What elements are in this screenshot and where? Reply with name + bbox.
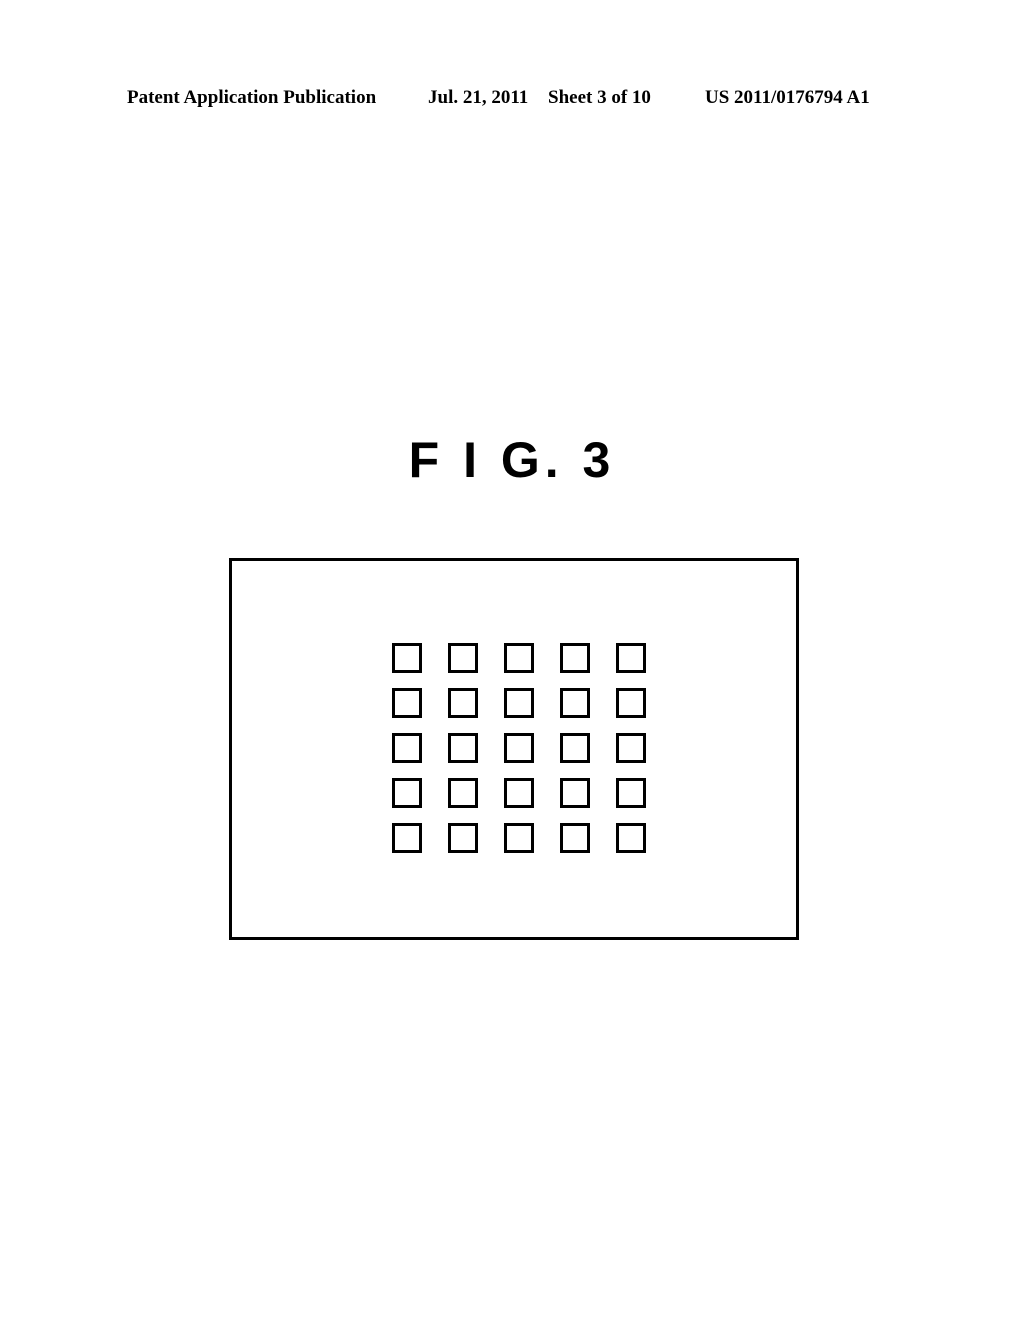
af-point-r5-c3 xyxy=(504,823,534,853)
af-point-r4-c3 xyxy=(504,778,534,808)
af-point-r4-c4 xyxy=(560,778,590,808)
figure-title: F I G. 3 xyxy=(408,432,616,488)
af-point-r1-c2 xyxy=(448,643,478,673)
af-point-r4-c5 xyxy=(616,778,646,808)
af-point-r1-c3 xyxy=(504,643,534,673)
header-patent-number: US 2011/0176794 A1 xyxy=(705,87,870,108)
af-point-grid xyxy=(392,643,646,853)
af-point-r3-c1 xyxy=(392,733,422,763)
af-point-r5-c5 xyxy=(616,823,646,853)
af-point-r2-c1 xyxy=(392,688,422,718)
af-point-r5-c4 xyxy=(560,823,590,853)
figure-3-drawing xyxy=(229,558,799,940)
af-point-r2-c4 xyxy=(560,688,590,718)
af-point-r2-c3 xyxy=(504,688,534,718)
af-point-r2-c5 xyxy=(616,688,646,718)
header-sheet-number: Sheet 3 of 10 xyxy=(548,87,651,108)
af-point-r4-c2 xyxy=(448,778,478,808)
af-point-r1-c1 xyxy=(392,643,422,673)
af-point-r3-c2 xyxy=(448,733,478,763)
af-point-r3-c3 xyxy=(504,733,534,763)
af-point-r5-c2 xyxy=(448,823,478,853)
header-publication-date: Jul. 21, 2011 xyxy=(428,87,529,108)
af-point-r1-c4 xyxy=(560,643,590,673)
af-point-r5-c1 xyxy=(392,823,422,853)
af-point-r3-c4 xyxy=(560,733,590,763)
header-publication-label: Patent Application Publication xyxy=(127,87,377,108)
running-header: Patent Application Publication Jul. 21, … xyxy=(0,86,1024,116)
af-point-r2-c2 xyxy=(448,688,478,718)
af-point-r4-c1 xyxy=(392,778,422,808)
patent-drawing-sheet: Patent Application Publication Jul. 21, … xyxy=(0,0,1024,1320)
af-point-r1-c5 xyxy=(616,643,646,673)
af-point-r3-c5 xyxy=(616,733,646,763)
